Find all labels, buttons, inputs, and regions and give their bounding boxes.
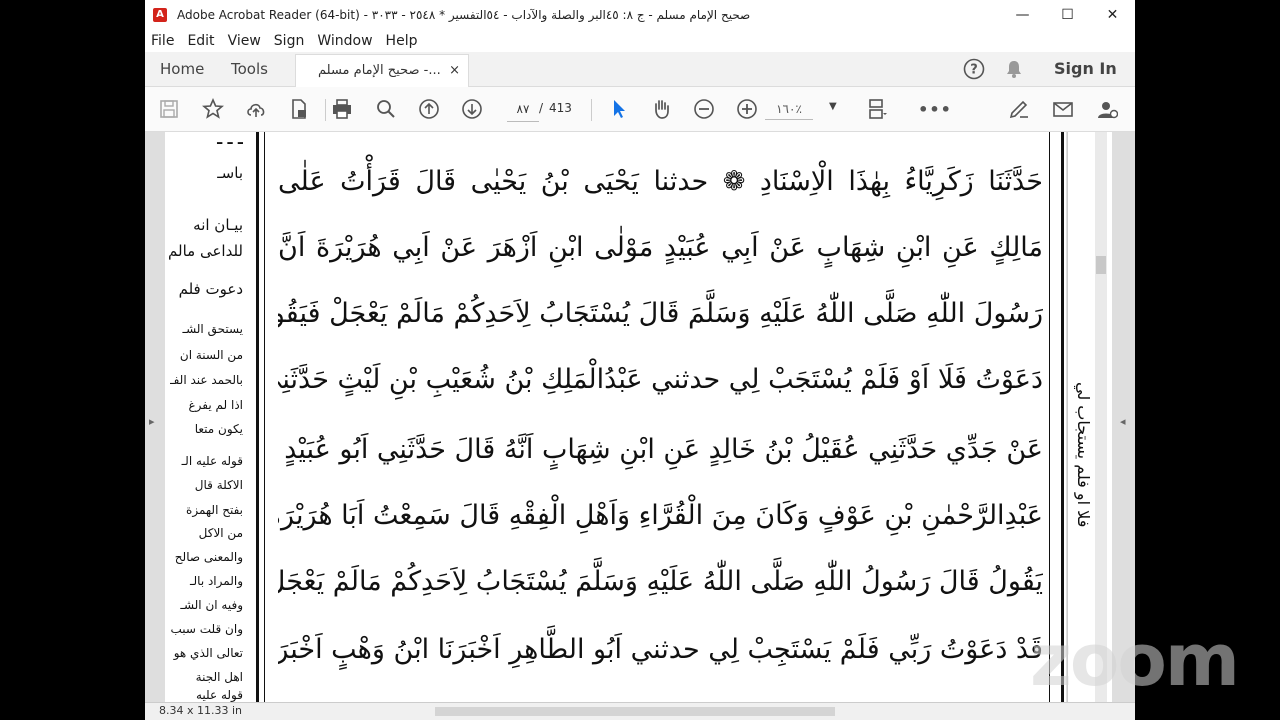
margin-note: تعالى الذي هو — [173, 646, 243, 660]
zoom-in-icon[interactable] — [735, 97, 759, 121]
left-panel-toggle-icon[interactable]: ▸ — [149, 415, 155, 428]
close-tab-button[interactable]: × — [449, 55, 460, 86]
window-title: صحيح الإمام مسلم - ج ٨: ٤٥البر والصلة وا… — [177, 8, 751, 22]
find-search-icon[interactable] — [374, 97, 398, 121]
fill-sign-icon[interactable] — [1007, 97, 1031, 121]
tab-document[interactable]: صحيح الإمام مسلم -... × — [295, 54, 469, 88]
page-size-readout: 8.34 x 11.33 in — [159, 704, 243, 717]
notification-bell-icon[interactable] — [1003, 58, 1025, 80]
tab-tools[interactable]: Tools — [231, 52, 268, 86]
menu-file[interactable]: File — [145, 33, 181, 49]
margin-note: والمراد بالـ — [189, 574, 243, 588]
zoom-out-icon[interactable] — [692, 97, 716, 121]
share-user-icon[interactable] — [1095, 97, 1119, 121]
margin-note: والمعنى صالح — [174, 550, 243, 564]
upload-cloud-icon[interactable] — [244, 97, 268, 121]
text-line: عَبْدِالرَّحْمٰنِ بْنِ عَوْفٍ وَكَانَ مِ… — [278, 500, 1043, 531]
margin-note: قوله عليه — [195, 688, 243, 702]
status-bar: 8.34 x 11.33 in — [145, 702, 1135, 720]
close-window-button[interactable]: ✕ — [1090, 0, 1135, 30]
adjacent-page-text: فلا او فلم يستجاب لي — [1074, 382, 1093, 528]
menu-window[interactable]: Window — [311, 33, 379, 49]
page-separator: / — [539, 101, 544, 115]
margin-note: يكون متعا — [194, 422, 243, 436]
text-line: دَعَوْتُ فَلَا اَوْ فَلَمْ يُسْتَجَبْ لِ… — [278, 364, 1043, 395]
page-total: 413 — [549, 101, 572, 115]
margin-note: بالحمد عند الفـ — [170, 373, 243, 387]
toolbar-separator — [591, 99, 592, 121]
bookmark-star-icon[interactable] — [201, 97, 225, 121]
next-page-icon[interactable] — [460, 97, 484, 121]
select-cursor-icon[interactable] — [607, 97, 631, 121]
hand-tool-icon[interactable] — [649, 97, 673, 121]
margin-note: من الاكل — [198, 526, 243, 540]
text-line: مَالِكٍ عَنِ ابْنِ شِهَابٍ عَنْ اَبِي عُ… — [278, 232, 1043, 263]
previous-page-icon[interactable] — [417, 97, 441, 121]
horizontal-scrollbar[interactable] — [435, 707, 835, 716]
more-tools-button[interactable]: ••• — [918, 97, 951, 121]
menu-view[interactable]: View — [222, 33, 268, 49]
margin-note: ـ ـ ـ — [217, 132, 243, 148]
email-icon[interactable] — [1051, 97, 1075, 121]
document-area[interactable]: ▸ ـ ـ ـ باسـ بيـان انه للداعى مالم دعوت … — [145, 132, 1135, 720]
toolbar: / 413 ▼ ••• — [145, 87, 1135, 132]
margin-note: بيـان انه — [193, 216, 243, 234]
protect-file-icon[interactable] — [287, 97, 311, 121]
zoom-watermark: zoom — [1030, 618, 1240, 702]
page-number-input[interactable] — [507, 97, 539, 122]
margin-note: باسـ — [217, 164, 243, 182]
text-line: رَسُولَ اللّٰهِ صَلَّى اللّٰهُ عَلَيْهِ … — [278, 298, 1043, 329]
margin-notes-column: ـ ـ ـ باسـ بيـان انه للداعى مالم دعوت فل… — [167, 132, 243, 702]
menu-help[interactable]: Help — [380, 33, 425, 49]
help-icon[interactable]: ? — [963, 58, 985, 80]
zoom-level-input[interactable] — [765, 99, 813, 120]
tab-home[interactable]: Home — [160, 52, 204, 86]
print-icon[interactable] — [330, 97, 354, 121]
menu-bar: File Edit View Sign Window Help — [145, 30, 1135, 52]
scrollbar-thumb[interactable] — [1096, 256, 1106, 274]
zoom-dropdown-arrow[interactable]: ▼ — [829, 101, 837, 112]
save-icon[interactable] — [157, 97, 181, 121]
page-display-icon[interactable] — [865, 97, 889, 121]
menu-edit[interactable]: Edit — [181, 33, 221, 49]
vertical-scrollbar[interactable] — [1095, 132, 1107, 702]
text-line: عَنْ جَدِّي حَدَّثَنِي عُقَيْلُ بْنُ خَا… — [278, 434, 1043, 465]
margin-note: قوله عليه الـ — [181, 454, 243, 468]
margin-note: يستحق الشـ — [182, 322, 243, 336]
right-panel-toggle-icon[interactable]: ◂ — [1120, 415, 1126, 428]
margin-note: الاكلة قال — [194, 478, 243, 492]
margin-note: من السنة ان — [179, 348, 243, 362]
margin-note: وان قلت سبب — [170, 622, 243, 636]
margin-note: دعوت فلم — [178, 280, 243, 298]
margin-note: للداعى مالم — [168, 242, 243, 260]
acrobat-icon: A — [153, 8, 167, 22]
title-bar: A صحيح الإمام مسلم - ج ٨: ٤٥البر والصلة … — [145, 0, 1135, 30]
text-line: حَدَّثَنَا زَكَرِيَّاءُ بِهٰذَا الْاِسْن… — [278, 166, 1043, 197]
margin-note: اذا لم يفرغ — [188, 398, 243, 412]
menu-sign[interactable]: Sign — [268, 33, 312, 49]
document-tab-label: صحيح الإمام مسلم -... — [318, 63, 441, 78]
maximize-button[interactable]: ☐ — [1045, 0, 1090, 30]
margin-note: وفيه ان الشـ — [180, 598, 243, 612]
acrobat-window: A صحيح الإمام مسلم - ج ٨: ٤٥البر والصلة … — [145, 0, 1135, 720]
toolbar-separator — [325, 99, 326, 121]
text-line: قَدْ دَعَوْتُ رَبِّي فَلَمْ يَسْتَجِبْ ل… — [278, 634, 1043, 665]
margin-note: اهل الجنة — [195, 670, 243, 684]
text-line: يَقُولُ قَالَ رَسُولُ اللّٰهِ صَلَّى الل… — [278, 566, 1043, 597]
svg-text:?: ? — [970, 63, 978, 78]
sign-in-button[interactable]: Sign In — [1054, 52, 1117, 86]
margin-note: بفتح الهمزة — [186, 503, 243, 517]
tab-bar: Home Tools صحيح الإمام مسلم -... × ? Sig… — [145, 52, 1135, 88]
pdf-page[interactable]: ـ ـ ـ باسـ بيـان انه للداعى مالم دعوت فل… — [165, 132, 1066, 702]
minimize-button[interactable]: — — [1000, 0, 1045, 30]
